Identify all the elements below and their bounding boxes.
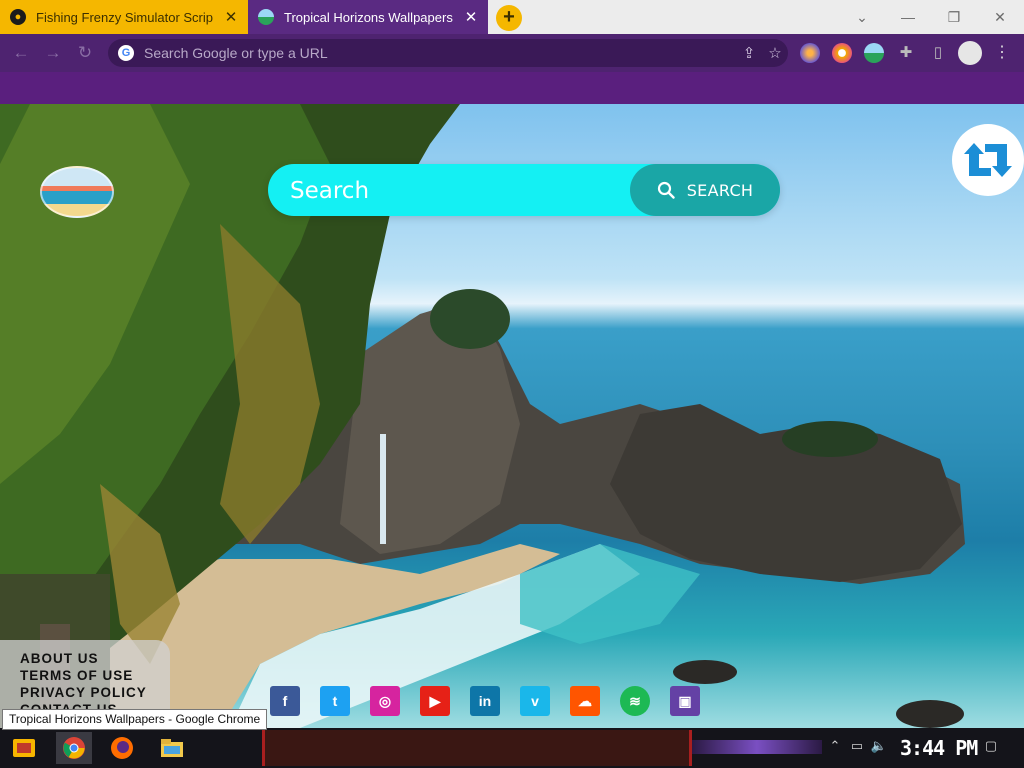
- side-panel-icon[interactable]: ▯: [928, 43, 948, 63]
- start-menu-icon[interactable]: [6, 732, 42, 764]
- minimize-icon[interactable]: —: [886, 0, 930, 34]
- close-window-icon[interactable]: ✕: [978, 0, 1022, 34]
- browser-toolbar: ← → ↻ G ⇪ ☆ ✚ ▯ ⋮: [0, 34, 1024, 72]
- puzzle-extensions-icon[interactable]: ✚: [896, 43, 916, 63]
- share-icon[interactable]: ⇪: [736, 44, 762, 62]
- tray-chevron-icon[interactable]: ⌃: [826, 738, 844, 754]
- tab-title: Tropical Horizons Wallpapers: [284, 9, 453, 25]
- file-explorer-icon[interactable]: [154, 732, 190, 764]
- youtube-icon[interactable]: ▶: [420, 686, 450, 716]
- network-icon[interactable]: ▭: [848, 738, 866, 754]
- taskbar: ⌃ ▭ 🔈 3:44 PM ▢: [0, 728, 1024, 768]
- bookmark-star-icon[interactable]: ☆: [762, 44, 788, 62]
- tab-strip: ● Fishing Frenzy Simulator Scrip ✕ Tropi…: [0, 0, 1024, 34]
- change-wallpaper-button[interactable]: [952, 124, 1024, 196]
- url-input[interactable]: [142, 44, 736, 62]
- spotify-icon[interactable]: ≋: [620, 686, 650, 716]
- facebook-icon[interactable]: f: [270, 686, 300, 716]
- reload-icon[interactable]: ↻: [74, 42, 96, 64]
- extension-icon[interactable]: [800, 43, 820, 63]
- tab-close-icon[interactable]: ✕: [462, 8, 480, 26]
- search-button[interactable]: SEARCH: [630, 164, 780, 216]
- search-icon: [657, 181, 675, 199]
- chrome-taskbar-icon[interactable]: [56, 732, 92, 764]
- tab-title: Fishing Frenzy Simulator Scrip: [36, 9, 213, 25]
- tab-fishing-frenzy[interactable]: ● Fishing Frenzy Simulator Scrip ✕: [0, 0, 248, 34]
- linkedin-icon[interactable]: in: [470, 686, 500, 716]
- tab-close-icon[interactable]: ✕: [222, 8, 240, 26]
- menu-dots-icon[interactable]: ⋮: [994, 42, 1010, 62]
- extension-icon[interactable]: [832, 43, 852, 63]
- about-us-link[interactable]: ABOUT US: [20, 650, 170, 667]
- social-bar: f t ◎ ▶ in v ☁ ≋ ▣: [266, 678, 706, 728]
- twitter-icon[interactable]: t: [320, 686, 350, 716]
- privacy-policy-link[interactable]: PRIVACY POLICY: [20, 684, 170, 701]
- wallpaper-page: SEARCH ABOUT US TERMS OF USE PRIVACY POL…: [0, 104, 1024, 728]
- soundcloud-icon[interactable]: ☁: [570, 686, 600, 716]
- site-logo[interactable]: [40, 166, 114, 218]
- page-top-band: [0, 72, 1024, 104]
- vimeo-icon[interactable]: v: [520, 686, 550, 716]
- firefox-taskbar-icon[interactable]: [104, 732, 140, 764]
- twitch-icon[interactable]: ▣: [670, 686, 700, 716]
- notification-icon[interactable]: ▢: [982, 738, 1000, 754]
- gamepad-icon: ●: [10, 9, 26, 25]
- tab-search-chevron-icon[interactable]: ⌄: [840, 0, 884, 34]
- refresh-arrows-icon: [964, 143, 1012, 177]
- tab-tropical-horizons[interactable]: Tropical Horizons Wallpapers ✕: [248, 0, 488, 34]
- address-bar[interactable]: G ⇪ ☆: [108, 39, 788, 67]
- search-box: SEARCH: [268, 164, 780, 216]
- back-icon[interactable]: ←: [10, 42, 32, 64]
- google-icon: G: [118, 45, 134, 61]
- taskbar-clock[interactable]: 3:44 PM: [900, 734, 978, 762]
- taskbar-decoration: [692, 740, 822, 754]
- instagram-icon[interactable]: ◎: [370, 686, 400, 716]
- search-input[interactable]: [288, 174, 622, 208]
- window-tooltip: Tropical Horizons Wallpapers - Google Ch…: [2, 709, 268, 730]
- volume-icon[interactable]: 🔈: [870, 738, 888, 754]
- forward-icon[interactable]: →: [42, 42, 64, 64]
- taskbar-media-area: [262, 730, 692, 766]
- new-tab-button[interactable]: +: [496, 5, 522, 31]
- terms-of-use-link[interactable]: TERMS OF USE: [20, 667, 170, 684]
- profile-avatar[interactable]: [958, 41, 982, 65]
- search-button-label: SEARCH: [686, 180, 754, 200]
- tropical-favicon-icon: [258, 9, 274, 25]
- tropical-extension-icon[interactable]: [864, 43, 884, 63]
- restore-icon[interactable]: ❐: [932, 0, 976, 34]
